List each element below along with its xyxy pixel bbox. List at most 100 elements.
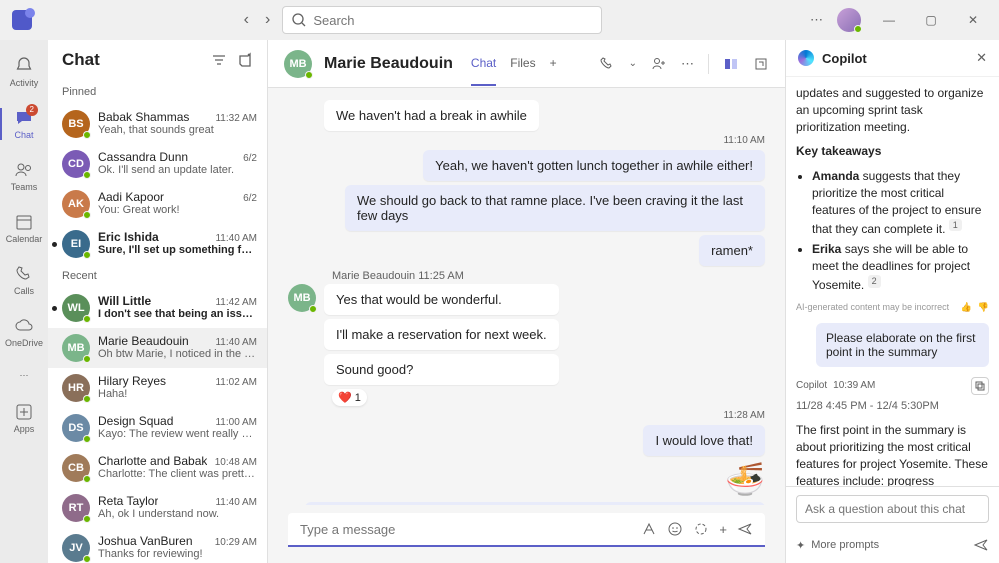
message-bubble[interactable]: I'll make a reservation for next week. (324, 319, 559, 350)
chat-item[interactable]: HRHilary Reyes11:02 AMHaha! (48, 368, 267, 408)
message-bubble[interactable]: ramen* (699, 235, 765, 266)
chat-item[interactable]: EIEric Ishida11:40 AMSure, I'll set up s… (48, 224, 267, 264)
message-bubble[interactable]: We should go back to that ramne place. I… (345, 185, 765, 231)
message-timestamp: 11:10 AM (288, 135, 765, 146)
add-icon[interactable]: + (719, 522, 727, 537)
send-icon[interactable] (737, 521, 753, 537)
more-icon[interactable]: ⋯ (681, 56, 694, 72)
message-input[interactable] (300, 522, 631, 537)
copilot-toggle-icon[interactable] (723, 56, 739, 72)
copy-icon[interactable] (971, 377, 989, 395)
add-people-icon[interactable] (651, 56, 667, 72)
pinned-section-label: Pinned (48, 80, 267, 104)
chat-time: 6/2 (243, 153, 257, 164)
copilot-title: Copilot (822, 51, 968, 66)
chat-avatar: BS (62, 110, 90, 138)
chat-name: Aadi Kapoor (98, 190, 164, 204)
chat-preview: Oh btw Marie, I noticed in the document … (98, 348, 257, 360)
sidebar-label: Activity (10, 78, 39, 88)
chat-preview: Thanks for reviewing! (98, 548, 257, 560)
chat-item[interactable]: WLWill Little11:42 AMI don't see that be… (48, 288, 267, 328)
chat-time: 11:00 AM (215, 417, 257, 428)
message-bubble[interactable]: We haven't had a break in awhile (324, 100, 539, 131)
message-bubble[interactable]: Sound good? (324, 354, 559, 385)
tab-chat[interactable]: Chat (471, 42, 496, 86)
chat-time: 11:40 AM (215, 337, 257, 348)
sidebar-apps[interactable]: Apps (0, 394, 48, 442)
sidebar-more[interactable]: ⋯ (0, 360, 48, 390)
more-prompts-link[interactable]: More prompts (811, 539, 879, 551)
chat-item[interactable]: RTReta Taylor11:40 AMAh, ok I understand… (48, 488, 267, 528)
search-input[interactable] (313, 13, 593, 28)
chat-item[interactable]: CDCassandra Dunn6/2Ok. I'll send an upda… (48, 144, 267, 184)
thumbs-down-icon[interactable]: 👎 (978, 302, 989, 313)
conversation-panel: MB Marie Beaudouin Chat Files + ⌄ ⋯ We h… (268, 40, 785, 563)
message-bubble[interactable]: Yeah, we haven't gotten lunch together i… (423, 150, 765, 181)
more-icon[interactable]: ⋯ (810, 12, 823, 28)
message-compose[interactable]: + (288, 513, 765, 547)
chat-item[interactable]: AKAadi Kapoor6/2You: Great work! (48, 184, 267, 224)
maximize-button[interactable]: ▢ (917, 13, 945, 27)
sidebar-calls[interactable]: Calls (0, 256, 48, 304)
chat-time: 11:42 AM (215, 297, 257, 308)
sidebar-label: Calendar (6, 234, 43, 244)
chat-name: Marie Beaudouin (98, 334, 189, 348)
chat-name: Charlotte and Babak (98, 454, 207, 468)
message-bubble[interactable]: Yes that would be wonderful. (324, 284, 559, 315)
sidebar-chat[interactable]: 2 Chat (0, 100, 48, 148)
chat-time: 11:40 AM (215, 233, 257, 244)
copilot-send-icon[interactable] (973, 537, 989, 553)
calendar-icon (14, 212, 34, 232)
reference-badge[interactable]: 2 (868, 275, 881, 288)
copilot-input[interactable] (796, 495, 989, 523)
sidebar-onedrive[interactable]: OneDrive (0, 308, 48, 356)
teams-logo-icon (12, 10, 32, 30)
message-bubble[interactable]: I would love that! (643, 425, 765, 456)
popout-icon[interactable] (753, 56, 769, 72)
nav-forward-icon[interactable]: › (261, 7, 274, 33)
chat-name: Cassandra Dunn (98, 150, 188, 164)
chat-item[interactable]: MB Marie Beaudouin 11:40 AMOh btw Marie, I… (48, 328, 267, 368)
people-icon (14, 160, 34, 180)
chat-item[interactable]: CBCharlotte and Babak10:48 AMCharlotte: … (48, 448, 267, 488)
sidebar-label: Teams (11, 182, 38, 192)
copilot-response-time: 10:39 AM (833, 380, 875, 391)
chat-name: Babak Shammas (98, 110, 189, 124)
chat-avatar: MB (62, 334, 90, 362)
chat-item[interactable]: BSBabak Shammas11:32 AMYeah, that sounds… (48, 104, 267, 144)
chat-preview: You: Great work! (98, 204, 257, 216)
filter-icon[interactable] (211, 52, 227, 68)
search-box[interactable] (282, 6, 602, 34)
reference-badge[interactable]: 1 (949, 219, 962, 232)
takeaways-heading: Key takeaways (796, 144, 881, 158)
thumbs-up-icon[interactable]: 👍 (961, 302, 972, 313)
call-icon[interactable] (599, 56, 615, 72)
reaction-heart[interactable]: ❤️ 1 (332, 389, 367, 406)
chat-preview: Haha! (98, 388, 257, 400)
sidebar-activity[interactable]: Activity (0, 48, 48, 96)
nav-back-icon[interactable]: ‹ (240, 7, 253, 33)
chat-avatar: DS (62, 414, 90, 442)
chat-name: Reta Taylor (98, 494, 158, 508)
format-icon[interactable] (641, 521, 657, 537)
chat-preview: Ah, ok I understand now. (98, 508, 257, 520)
tab-add[interactable]: + (550, 42, 557, 86)
new-chat-icon[interactable] (237, 52, 253, 68)
chat-item[interactable]: JVJoshua VanBuren10:29 AMThanks for revi… (48, 528, 267, 563)
sidebar-calendar[interactable]: Calendar (0, 204, 48, 252)
tab-files[interactable]: Files (510, 42, 535, 86)
sender-avatar[interactable]: MB (288, 284, 316, 312)
minimize-button[interactable]: — (875, 13, 903, 27)
sidebar-teams[interactable]: Teams (0, 152, 48, 200)
conversation-avatar[interactable]: MB (284, 50, 312, 78)
emoji-icon[interactable] (667, 521, 683, 537)
user-avatar[interactable] (837, 8, 861, 32)
close-icon[interactable]: ✕ (976, 50, 987, 66)
chat-avatar: AK (62, 190, 90, 218)
message-bubble[interactable]: Marie Beaudouin 11:05 AM Here is the lat… (305, 502, 765, 505)
close-button[interactable]: ✕ (959, 13, 987, 27)
loop-icon[interactable] (693, 521, 709, 537)
chat-item[interactable]: DSDesign Squad11:00 AMKayo: The review w… (48, 408, 267, 448)
chevron-down-icon[interactable]: ⌄ (629, 58, 637, 69)
sidebar-label: Apps (14, 424, 35, 434)
